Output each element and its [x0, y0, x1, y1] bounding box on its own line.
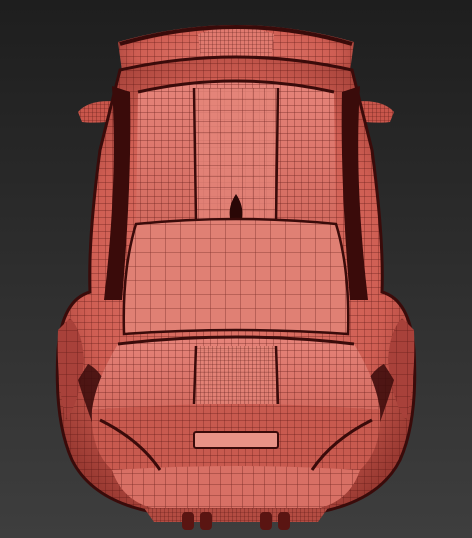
3d-viewport[interactable] [0, 0, 472, 538]
car-wireframe-render[interactable] [0, 0, 472, 538]
exhaust-pipes [144, 508, 328, 530]
windshield [122, 217, 350, 336]
front-bumper [91, 404, 381, 508]
hood [92, 335, 380, 410]
